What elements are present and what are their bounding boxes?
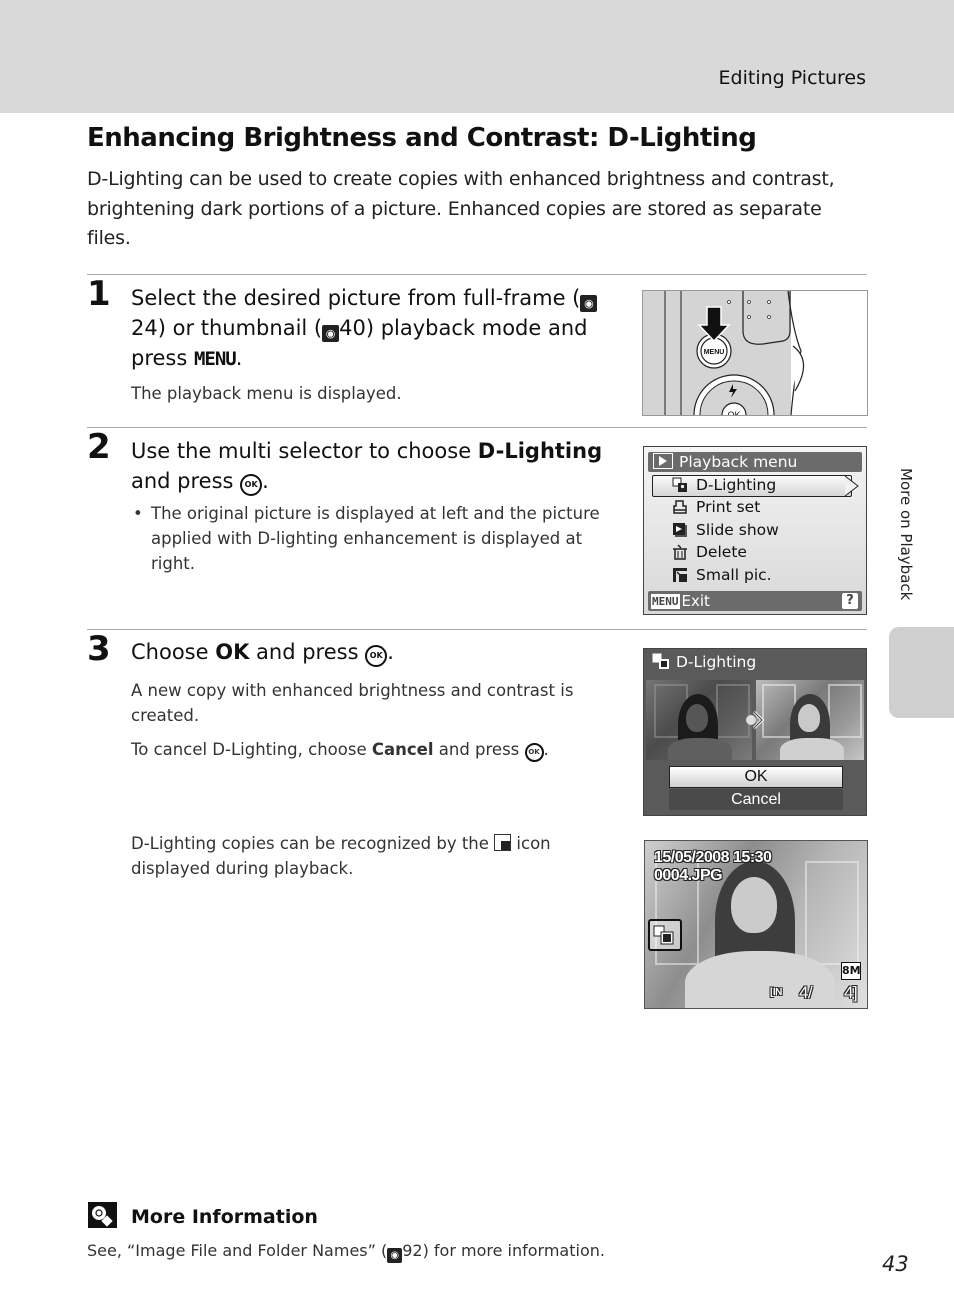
step-3-body: A new copy with enhanced brightness and … — [131, 681, 574, 725]
playback-menu-screen: Playback menu D-Lighting Print set Slide… — [643, 446, 867, 615]
cancel-option[interactable]: Cancel — [669, 789, 843, 810]
menu-item-d-lighting[interactable]: D-Lighting — [672, 475, 776, 495]
playback-menu-footer: MENU Exit ? — [648, 591, 862, 611]
more-information-icon — [88, 1202, 117, 1228]
step-number: 1 — [87, 274, 111, 314]
print-set-icon — [672, 499, 688, 515]
divider — [87, 274, 867, 275]
ok-button-icon: OK — [240, 474, 263, 496]
ok-button-icon: OK — [365, 645, 388, 667]
arrow-right-icon — [746, 710, 765, 730]
step-1-body: The playback menu is displayed. — [131, 384, 402, 403]
menu-button-glyph: MENU — [193, 348, 237, 370]
delete-icon — [672, 544, 688, 560]
exit-label[interactable]: Exit — [682, 592, 710, 610]
playback-filename: 0004.JPG — [654, 867, 723, 884]
playback-picture: 15/05/2008 15:30 0004.JPG 8M [IN 4/ 4] — [644, 840, 868, 1009]
small-pic-icon — [672, 567, 688, 583]
d-lighting-icon — [672, 477, 688, 493]
reference-icon: ◉ — [322, 325, 340, 342]
step-1-heading: Select the desired picture from full-fra… — [131, 283, 611, 374]
menu-item-print-set[interactable]: Print set — [673, 497, 760, 517]
page-header: Editing Pictures — [0, 0, 954, 113]
step-2-bullet: The original picture is displayed at lef… — [131, 501, 611, 576]
ok-option[interactable]: OK — [669, 766, 843, 788]
d-lighting-icon — [494, 834, 512, 851]
step-2-heading: Use the multi selector to choose D-Light… — [131, 436, 611, 496]
d-lighting-icon — [653, 925, 674, 945]
menu-button-glyph: MENU — [651, 594, 680, 609]
d-lighting-indicator — [648, 919, 682, 951]
playback-menu-title-bar: Playback menu — [648, 452, 862, 472]
step-number: 2 — [87, 427, 111, 467]
menu-item-delete[interactable]: Delete — [673, 542, 747, 562]
more-information-title: More Information — [131, 1206, 318, 1228]
original-picture — [646, 680, 752, 760]
image-size-badge: 8M — [841, 962, 861, 980]
lightbulb-icon — [92, 1206, 113, 1227]
step-3-heading: Choose OK and press OK. — [131, 637, 611, 667]
step-3-cancel-note: To cancel D-Lighting, choose Cancel and … — [131, 737, 611, 762]
d-lighting-screen: D-Lighting OK Cancel — [643, 648, 867, 816]
help-icon[interactable]: ? — [842, 593, 858, 609]
menu-button-label: MENU — [704, 349, 725, 356]
enhanced-picture — [756, 680, 864, 760]
playback-icon — [653, 453, 673, 469]
divider — [87, 629, 867, 630]
ok-button-icon: OK — [524, 743, 544, 762]
d-lighting-screen-title: D-Lighting — [652, 653, 756, 673]
page-number: 43 — [882, 1252, 909, 1276]
more-information-text: See, “Image File and Folder Names” (◉ 92)… — [87, 1241, 605, 1263]
d-lighting-copy-note: D-Lighting copies can be recognized by t… — [131, 834, 551, 878]
d-lighting-icon — [652, 653, 670, 673]
section-title: Editing Pictures — [718, 67, 866, 89]
ok-button-label: OK — [727, 410, 740, 415]
frame-counter: 4/ — [799, 983, 813, 1002]
internal-memory-indicator: [IN — [770, 987, 782, 998]
chevron-right-icon — [844, 475, 859, 497]
camera-illustration: MENU OK — [642, 290, 868, 416]
chapter-tab — [889, 627, 954, 718]
camera-back-drawing: MENU OK — [643, 291, 867, 415]
step-number: 3 — [87, 629, 111, 669]
menu-item-slide-show[interactable]: Slide show — [673, 520, 779, 540]
intro-paragraph: D-Lighting can be used to create copies … — [87, 168, 835, 249]
reference-icon: ◉ — [580, 295, 598, 312]
slide-show-icon — [672, 522, 688, 538]
page-title: Enhancing Brightness and Contrast: D-Lig… — [87, 123, 757, 153]
chapter-tab-label: More on Playback — [897, 468, 915, 601]
reference-icon: ◉ — [387, 1248, 403, 1263]
menu-item-small-pic[interactable]: Small pic. — [673, 565, 772, 585]
divider — [87, 427, 867, 428]
playback-datetime: 15/05/2008 15:30 — [654, 849, 772, 866]
frame-total: 4] — [844, 983, 858, 1002]
